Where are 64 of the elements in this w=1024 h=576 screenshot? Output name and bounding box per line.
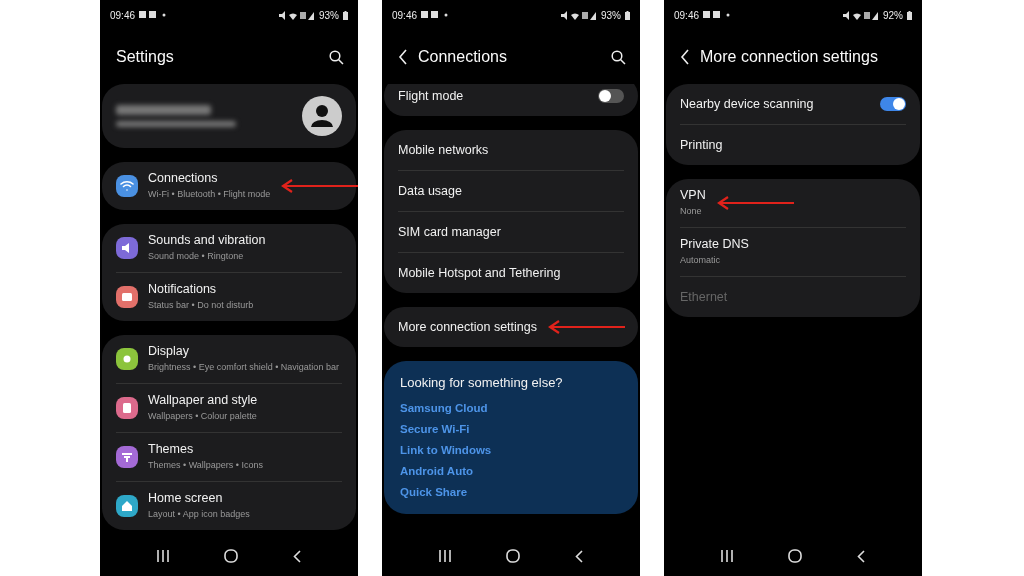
toggle-switch[interactable]	[880, 97, 906, 111]
battery-percentage: 92%	[883, 9, 903, 21]
setting-title[interactable]: Mobile Hotspot and Tethering	[398, 266, 624, 280]
setting-subtitle: Layout • App icon badges	[148, 508, 251, 521]
setting-subtitle: Wi-Fi • Bluetooth • Flight mode	[148, 188, 271, 201]
suggestions-title: Looking for something else?	[400, 375, 564, 390]
suggestion-link[interactable]: Android Auto	[400, 465, 622, 477]
suggestion-link[interactable]: Secure Wi-Fi	[400, 423, 622, 435]
home-icon[interactable]	[506, 549, 520, 563]
search-icon[interactable]	[611, 49, 626, 65]
suggestion-link[interactable]: Quick Share	[400, 486, 622, 498]
recents-icon[interactable]	[721, 550, 734, 562]
home-icon[interactable]	[224, 549, 238, 563]
setting-title[interactable]: Home screen	[148, 491, 342, 506]
setting-title[interactable]: Themes	[148, 442, 342, 457]
toggle-switch[interactable]	[598, 89, 624, 103]
battery-percentage: 93%	[601, 9, 621, 21]
screen-title: More connection settings	[700, 48, 879, 66]
setting-title[interactable]: Notifications	[148, 282, 342, 297]
battery-icon	[625, 10, 630, 20]
setting-title[interactable]: More connection settings	[398, 320, 537, 334]
setting-title[interactable]: Wallpaper and style	[148, 393, 342, 408]
status-time: 09:46	[110, 9, 136, 21]
setting-subtitle: Themes • Wallpapers • Icons	[148, 459, 264, 472]
battery-percentage: 93%	[319, 9, 339, 21]
screen-title: Connections	[418, 48, 508, 66]
setting-title[interactable]: Display	[148, 344, 342, 359]
setting-title[interactable]: Connections	[148, 171, 271, 186]
setting-title[interactable]: Printing	[680, 138, 906, 152]
setting-title[interactable]: Mobile networks	[398, 143, 624, 157]
setting-subtitle: Sound mode • Ringtone	[148, 250, 245, 263]
setting-subtitle: Wallpapers • Colour palette	[148, 410, 258, 423]
back-icon[interactable]	[292, 549, 301, 563]
setting-title[interactable]: Nearby device scanning	[680, 97, 870, 111]
avatar-icon	[302, 96, 342, 136]
recents-icon[interactable]	[439, 550, 452, 562]
setting-title[interactable]: Data usage	[398, 184, 624, 198]
setting-subtitle: Automatic	[680, 254, 722, 267]
home-icon[interactable]	[788, 549, 802, 563]
status-time: 09:46	[392, 9, 418, 21]
signal-icons	[843, 10, 879, 20]
status-time: 09:46	[674, 9, 700, 21]
recents-icon[interactable]	[157, 550, 170, 562]
setting-subtitle: None	[680, 205, 703, 218]
setting-title[interactable]: Private DNS	[680, 237, 906, 252]
back-icon[interactable]	[398, 49, 408, 65]
back-icon[interactable]	[856, 549, 865, 563]
search-icon[interactable]	[329, 49, 344, 65]
setting-title[interactable]: Sounds and vibration	[148, 233, 342, 248]
setting-subtitle: Status bar • Do not disturb	[148, 299, 255, 312]
screen-title: Settings	[116, 48, 175, 66]
battery-icon	[907, 10, 912, 20]
suggestion-link[interactable]: Link to Windows	[400, 444, 622, 456]
signal-icons	[561, 10, 597, 20]
back-icon[interactable]	[574, 549, 583, 563]
back-icon[interactable]	[680, 49, 690, 65]
battery-icon	[343, 10, 348, 20]
profile-card[interactable]	[102, 84, 356, 148]
setting-subtitle: Brightness • Eye comfort shield • Navigation bar	[148, 361, 340, 374]
setting-title[interactable]: SIM card manager	[398, 225, 624, 239]
signal-icons	[279, 10, 315, 20]
setting-title[interactable]: VPN	[680, 188, 706, 203]
setting-title[interactable]: Flight mode	[398, 89, 588, 103]
suggestion-link[interactable]: Samsung Cloud	[400, 402, 622, 414]
